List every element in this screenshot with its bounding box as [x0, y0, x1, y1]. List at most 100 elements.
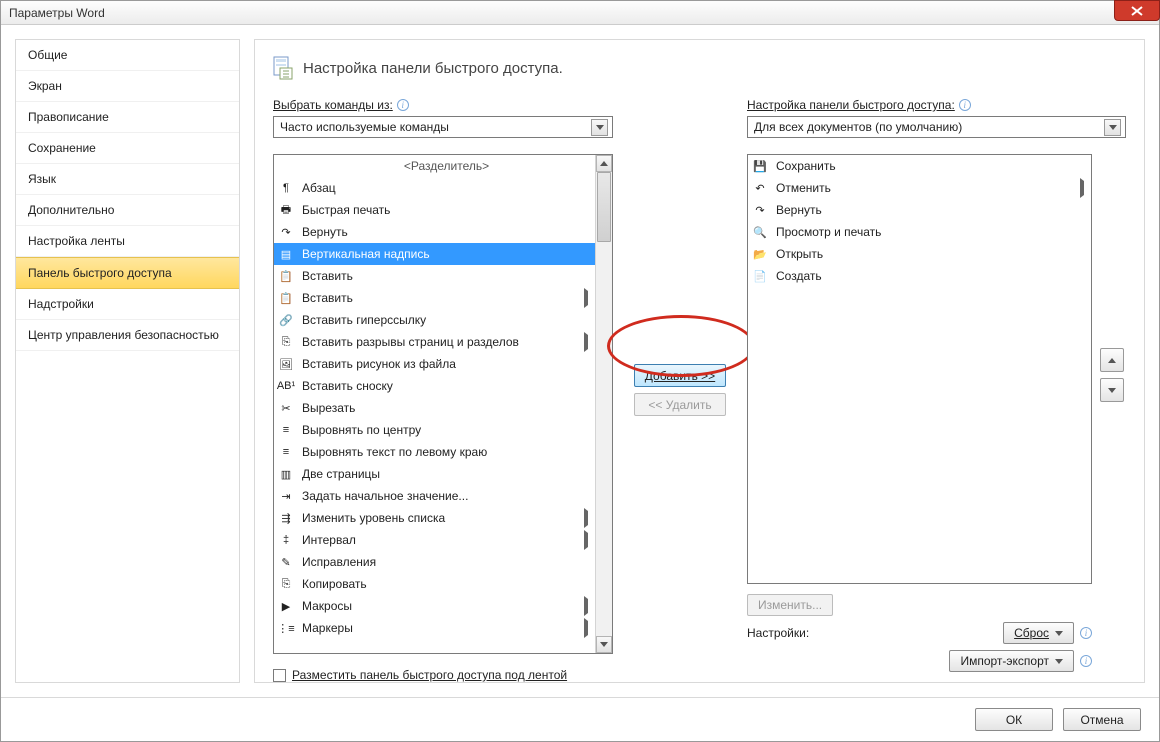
list-item[interactable]: AB¹Вставить сноску — [274, 375, 595, 397]
available-commands-listbox[interactable]: <Разделитель>¶Абзац🖶Быстрая печать ↷ Верну… — [273, 154, 613, 654]
list-item[interactable]: ▤Вертикальная надпись — [274, 243, 595, 265]
command-icon: ‡ — [278, 532, 294, 548]
scrollbar[interactable] — [595, 155, 612, 653]
main-panel: Настройка панели быстрого доступа. Выбра… — [254, 39, 1145, 683]
list-item[interactable]: ⇶Изменить уровень списка — [274, 507, 595, 529]
commands-source-column: Выбрать команды из: i Часто используемые… — [273, 98, 613, 682]
list-item[interactable]: ▥Две страницы — [274, 463, 595, 485]
window-title: Параметры Word — [9, 6, 105, 20]
command-label: Вернуть — [302, 225, 591, 239]
ok-button[interactable]: ОК — [975, 708, 1053, 731]
command-label: Вставить сноску — [302, 379, 591, 393]
list-item[interactable]: <Разделитель> — [274, 155, 595, 177]
scroll-up-button[interactable] — [596, 155, 612, 172]
command-label: Вставить рисунок из файла — [302, 357, 591, 371]
submenu-indicator-icon — [581, 533, 591, 547]
command-label: Маркеры — [302, 621, 573, 635]
command-label: Открыть — [776, 247, 1087, 261]
cancel-button[interactable]: Отмена — [1063, 708, 1141, 731]
qat-scope-dropdown[interactable]: Для всех документов (по умолчанию) — [747, 116, 1126, 138]
command-label: Выровнять текст по левому краю — [302, 445, 591, 459]
list-item[interactable]: ✂Вырезать — [274, 397, 595, 419]
list-item[interactable]: ¶Абзац — [274, 177, 595, 199]
list-item[interactable]: ⎘Копировать — [274, 573, 595, 595]
command-icon: 🖼 — [278, 356, 294, 372]
sidebar-item[interactable]: Правописание — [16, 102, 239, 133]
command-icon — [278, 158, 294, 174]
info-icon[interactable]: i — [397, 99, 409, 111]
list-item[interactable]: ↷ Вернуть — [274, 221, 595, 243]
command-icon: 📄 — [752, 268, 768, 284]
add-button[interactable]: Добавить >> — [634, 364, 726, 387]
sidebar-item[interactable]: Панель быстрого доступа — [16, 257, 239, 289]
scroll-track[interactable] — [596, 172, 612, 636]
list-item[interactable]: 🖶Быстрая печать — [274, 199, 595, 221]
sidebar-item[interactable]: Язык — [16, 164, 239, 195]
sidebar-item[interactable]: Центр управления безопасностью — [16, 320, 239, 351]
list-item[interactable]: ↶Отменить — [748, 177, 1091, 199]
scroll-thumb[interactable] — [597, 172, 611, 242]
chevron-down-icon — [1055, 631, 1063, 636]
command-icon: 📂 — [752, 246, 768, 262]
import-export-button[interactable]: Импорт-экспорт — [949, 650, 1074, 672]
choose-commands-label: Выбрать команды из: i — [273, 98, 613, 112]
list-item[interactable]: ⇥ Задать начальное значение... — [274, 485, 595, 507]
dropdown-value: Для всех документов (по умолчанию) — [754, 120, 962, 134]
scroll-down-button[interactable] — [596, 636, 612, 653]
list-item[interactable]: 📋 Вставить — [274, 265, 595, 287]
info-icon[interactable]: i — [959, 99, 971, 111]
modify-button: Изменить... — [747, 594, 833, 616]
list-item[interactable]: ⎘Вставить разрывы страниц и разделов — [274, 331, 595, 353]
sidebar-item[interactable]: Надстройки — [16, 289, 239, 320]
move-down-button[interactable] — [1100, 378, 1124, 402]
command-label: Вставить — [302, 269, 591, 283]
sidebar-item[interactable]: Экран — [16, 71, 239, 102]
list-item[interactable]: 🖼 Вставить рисунок из файла — [274, 353, 595, 375]
chevron-down-icon — [1104, 119, 1121, 136]
window-close-button[interactable] — [1114, 0, 1160, 21]
list-item[interactable]: 📋Вставить — [274, 287, 595, 309]
list-item[interactable]: 🔍Просмотр и печать — [748, 221, 1091, 243]
modify-row: Изменить... — [747, 594, 1092, 616]
submenu-indicator-icon — [1077, 181, 1087, 195]
list-item[interactable]: ↷Вернуть — [748, 199, 1091, 221]
sidebar-item[interactable]: Сохранение — [16, 133, 239, 164]
commands-source-dropdown[interactable]: Часто используемые команды — [273, 116, 613, 138]
command-icon: ↷ — [278, 224, 294, 240]
show-below-ribbon-checkbox[interactable] — [273, 669, 286, 682]
list-item[interactable]: ✎ Исправления — [274, 551, 595, 573]
list-item[interactable]: ≡Выровнять по центру — [274, 419, 595, 441]
move-up-button[interactable] — [1100, 348, 1124, 372]
command-icon: 🔍 — [752, 224, 768, 240]
command-icon: ≡ — [278, 422, 294, 438]
command-icon: ⇥ — [278, 488, 294, 504]
submenu-indicator-icon — [581, 621, 591, 635]
command-label: Исправления — [302, 555, 591, 569]
list-item[interactable]: ≡ Выровнять текст по левому краю — [274, 441, 595, 463]
command-label: Задать начальное значение... — [302, 489, 591, 503]
list-item[interactable]: ⋮≡Маркеры — [274, 617, 595, 639]
command-icon: ¶ — [278, 180, 294, 196]
sidebar-item[interactable]: Дополнительно — [16, 195, 239, 226]
list-item[interactable]: 💾Сохранить — [748, 155, 1091, 177]
command-label: Вставить гиперссылку — [302, 313, 591, 327]
sidebar-item[interactable]: Общие — [16, 40, 239, 71]
list-item[interactable]: 📂 Открыть — [748, 243, 1091, 265]
submenu-indicator-icon — [581, 599, 591, 613]
info-icon[interactable]: i — [1080, 655, 1092, 667]
command-icon: 📋 — [278, 268, 294, 284]
list-item[interactable]: ▶Макросы — [274, 595, 595, 617]
command-label: Вырезать — [302, 401, 591, 415]
list-item[interactable]: ‡Интервал — [274, 529, 595, 551]
command-icon: ≡ — [278, 444, 294, 460]
sidebar-item[interactable]: Настройка ленты — [16, 226, 239, 257]
list-item[interactable]: 🔗Вставить гиперссылку — [274, 309, 595, 331]
remove-button: << Удалить — [634, 393, 726, 416]
list-item[interactable]: 📄Создать — [748, 265, 1091, 287]
qat-commands-listbox[interactable]: 💾Сохранить↶Отменить↷Вернуть🔍Просмотр и п… — [747, 154, 1092, 584]
dialog-body: ОбщиеЭкранПравописаниеСохранениеЯзыкДопо… — [1, 25, 1159, 697]
command-icon: ✎ — [278, 554, 294, 570]
reset-button[interactable]: Сброс — [1003, 622, 1074, 644]
panel-header: Настройка панели быстрого доступа. — [273, 56, 1126, 80]
info-icon[interactable]: i — [1080, 627, 1092, 639]
